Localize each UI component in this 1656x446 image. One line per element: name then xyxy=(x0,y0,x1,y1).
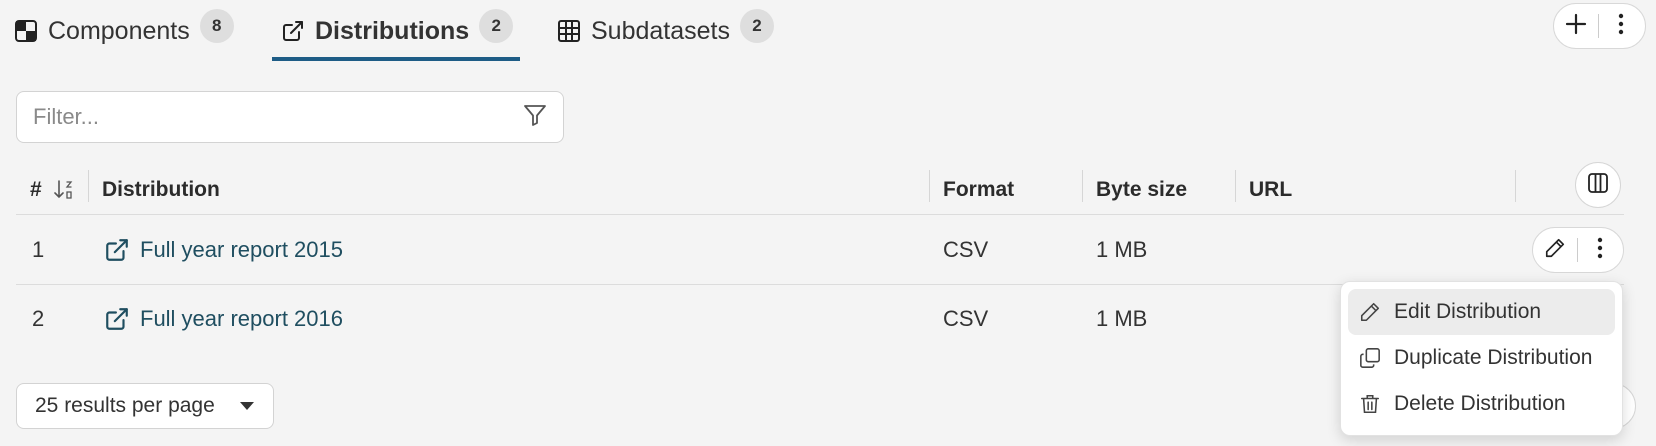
column-header-index[interactable]: # xyxy=(30,168,74,212)
puzzle-icon xyxy=(14,19,38,43)
header-divider xyxy=(88,170,89,202)
row-context-menu: Edit Distribution Duplicate Distribution… xyxy=(1340,281,1623,436)
pencil-icon xyxy=(1358,300,1382,324)
format-cell: CSV xyxy=(943,306,989,331)
tab-distributions[interactable]: Distributions 2 xyxy=(281,0,514,62)
row-index: 1 xyxy=(32,237,45,262)
add-button[interactable] xyxy=(1554,4,1598,48)
menu-item-edit-distribution[interactable]: Edit Distribution xyxy=(1348,289,1615,335)
count-badge: 8 xyxy=(199,9,234,43)
column-header-distribution[interactable]: Distribution xyxy=(102,168,220,212)
row-actions xyxy=(1532,227,1624,273)
edit-button[interactable] xyxy=(1533,228,1577,272)
distribution-link[interactable]: Full year report 2016 xyxy=(104,301,343,337)
row-more-button[interactable] xyxy=(1578,228,1622,272)
tab-components[interactable]: Components 8 xyxy=(14,0,234,62)
menu-item-label: Duplicate Distribution xyxy=(1394,346,1593,369)
tab-label: Components xyxy=(48,16,190,45)
external-link-icon xyxy=(281,19,305,43)
column-header-byte-size[interactable]: Byte size xyxy=(1096,168,1187,212)
distribution-name: Full year report 2016 xyxy=(140,306,343,331)
column-header-url[interactable]: URL xyxy=(1249,168,1292,212)
menu-item-duplicate-distribution[interactable]: Duplicate Distribution xyxy=(1348,335,1615,381)
count-badge: 2 xyxy=(479,9,514,43)
pencil-icon xyxy=(1544,237,1566,264)
menu-item-label: Edit Distribution xyxy=(1394,300,1542,323)
results-per-page-label: 25 results per page xyxy=(35,394,215,417)
header-divider xyxy=(1235,170,1236,202)
external-link-icon xyxy=(104,237,130,263)
filter-box xyxy=(16,91,564,143)
tab-label: Subdatasets xyxy=(591,16,730,45)
tab-subdatasets[interactable]: Subdatasets 2 xyxy=(557,0,774,62)
active-tab-indicator xyxy=(272,57,520,61)
header-label: # xyxy=(30,178,42,201)
distribution-link[interactable]: Full year report 2015 xyxy=(104,232,343,268)
menu-item-delete-distribution[interactable]: Delete Distribution xyxy=(1348,381,1615,427)
byte-size-cell: 1 MB xyxy=(1096,306,1148,331)
external-link-icon xyxy=(104,306,130,332)
grid-icon xyxy=(557,19,581,43)
plus-icon xyxy=(1565,13,1587,40)
kebab-icon xyxy=(1618,13,1624,40)
distribution-name: Full year report 2015 xyxy=(140,237,343,262)
format-cell: CSV xyxy=(943,237,989,262)
row-index: 2 xyxy=(32,306,45,331)
more-options-button[interactable] xyxy=(1599,4,1643,48)
results-per-page-select[interactable]: 25 results per page xyxy=(16,383,274,429)
trash-icon xyxy=(1358,392,1382,416)
kebab-icon xyxy=(1597,237,1603,264)
copy-icon xyxy=(1358,346,1382,370)
row-divider xyxy=(16,214,1624,215)
byte-size-cell: 1 MB xyxy=(1096,237,1148,262)
header-divider xyxy=(1515,170,1516,202)
column-settings-button[interactable] xyxy=(1575,162,1621,208)
filter-input[interactable] xyxy=(33,104,523,130)
toolbar-actions xyxy=(1553,3,1646,49)
header-divider xyxy=(1082,170,1083,202)
columns-icon xyxy=(1587,172,1609,199)
caret-down-icon xyxy=(239,401,255,411)
tab-label: Distributions xyxy=(315,16,470,45)
header-divider xyxy=(929,170,930,202)
count-badge: 2 xyxy=(740,9,774,43)
tab-bar: Components 8 Distributions 2 Subdatasets… xyxy=(0,0,1656,62)
column-header-format[interactable]: Format xyxy=(943,168,1014,212)
filter-icon[interactable] xyxy=(523,103,547,132)
menu-item-label: Delete Distribution xyxy=(1394,392,1566,415)
sort-icon[interactable] xyxy=(53,179,74,201)
